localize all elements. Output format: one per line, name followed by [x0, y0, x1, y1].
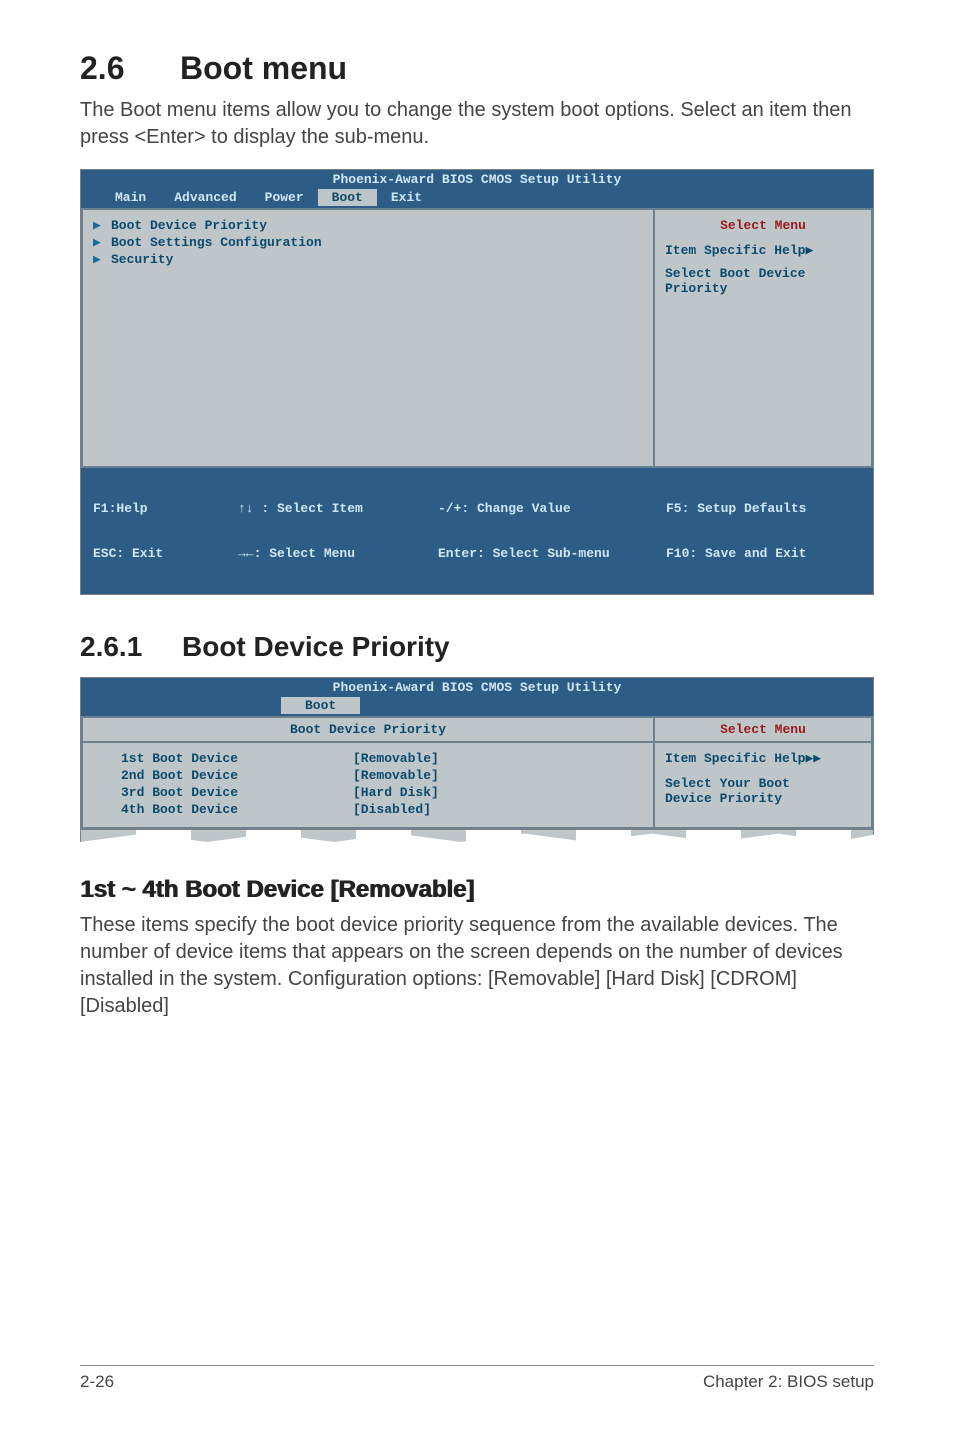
body-text: These items specify the boot device prio… — [80, 912, 874, 1020]
bios2-item-specific-text: Item Specific Help — [665, 751, 805, 766]
help-description: Select Boot Device Priority — [665, 266, 861, 296]
page-footer: 2-26 Chapter 2: BIOS setup — [80, 1365, 874, 1392]
device-label: 3rd Boot Device — [93, 785, 353, 800]
submenu-arrow-icon: ▶ — [93, 252, 111, 267]
submenu-arrow-icon: ▶ — [93, 235, 111, 250]
key-change: -/+: Change Value — [438, 501, 666, 516]
help-item-specific: Item Specific Help▶ — [665, 243, 861, 258]
bios2-title: Phoenix-Award BIOS CMOS Setup Utility — [81, 678, 873, 697]
section-title: Boot menu — [180, 50, 347, 86]
menu-item-boot-settings-config[interactable]: ▶ Boot Settings Configuration — [93, 235, 643, 250]
section-number: 2.6 — [80, 50, 180, 87]
subitem-heading: 1st ~ 4th Boot Device [Removable] — [80, 876, 874, 904]
section-heading: 2.6Boot menu — [80, 50, 874, 87]
boot-device-2[interactable]: 2nd Boot Device [Removable] — [93, 768, 643, 783]
tab-exit[interactable]: Exit — [377, 189, 436, 206]
key-leftright: →←: Select Menu — [238, 546, 438, 561]
boot-device-3[interactable]: 3rd Boot Device [Hard Disk] — [93, 785, 643, 800]
bios2-tab-bar: Boot — [81, 697, 873, 716]
key-f10: F10: Save and Exit — [666, 546, 861, 561]
chapter-label: Chapter 2: BIOS setup — [703, 1372, 874, 1392]
device-label: 1st Boot Device — [93, 751, 353, 766]
bios-menu-list: ▶ Boot Device Priority ▶ Boot Settings C… — [81, 208, 653, 468]
tab-boot[interactable]: Boot — [281, 697, 360, 714]
page-number: 2-26 — [80, 1372, 114, 1392]
help-arrow-icon: ▶▶ — [805, 751, 821, 766]
key-f5: F5: Setup Defaults — [666, 501, 861, 516]
bios2-help-desc1: Select Your Boot — [665, 776, 861, 791]
help-arrow-icon: ▶ — [805, 243, 813, 258]
tab-main[interactable]: Main — [101, 189, 160, 206]
submenu-arrow-icon: ▶ — [93, 218, 111, 233]
menu-label: Boot Device Priority — [111, 218, 267, 233]
bios-footer: F1:Help ESC: Exit ↑↓ : Select Item →←: S… — [81, 468, 873, 594]
bios2-help-desc2: Device Priority — [665, 791, 861, 806]
torn-edge-icon — [80, 830, 874, 842]
menu-label: Security — [111, 252, 173, 267]
tab-advanced[interactable]: Advanced — [160, 189, 250, 206]
menu-item-boot-device-priority[interactable]: ▶ Boot Device Priority — [93, 218, 643, 233]
bios2-help-panel: Select Menu Item Specific Help▶▶ Select … — [653, 716, 873, 829]
bios-title: Phoenix-Award BIOS CMOS Setup Utility — [81, 170, 873, 189]
device-value: [Disabled] — [353, 802, 431, 817]
device-label: 2nd Boot Device — [93, 768, 353, 783]
key-updown: ↑↓ : Select Item — [238, 501, 438, 516]
help-select-menu: Select Menu — [665, 218, 861, 233]
device-value: [Removable] — [353, 768, 439, 783]
device-label: 4th Boot Device — [93, 802, 353, 817]
bios2-left-panel: Boot Device Priority 1st Boot Device [Re… — [81, 716, 653, 829]
boot-device-1[interactable]: 1st Boot Device [Removable] — [93, 751, 643, 766]
bios2-select-menu: Select Menu — [655, 718, 871, 743]
key-f1: F1:Help — [93, 501, 238, 516]
bios-boot-menu: Phoenix-Award BIOS CMOS Setup Utility Ma… — [80, 169, 874, 595]
tab-boot[interactable]: Boot — [318, 189, 377, 206]
bios-help-panel: Select Menu Item Specific Help▶ Select B… — [653, 208, 873, 468]
key-esc: ESC: Exit — [93, 546, 238, 561]
device-value: [Removable] — [353, 751, 439, 766]
help-item-specific-text: Item Specific Help — [665, 243, 805, 258]
intro-text: The Boot menu items allow you to change … — [80, 97, 874, 151]
bios-tab-bar: Main Advanced Power Boot Exit — [81, 189, 873, 208]
menu-item-security[interactable]: ▶ Security — [93, 252, 643, 267]
key-enter: Enter: Select Sub-menu — [438, 546, 666, 561]
menu-label: Boot Settings Configuration — [111, 235, 322, 250]
subsection-number: 2.6.1 — [80, 631, 182, 663]
subsection-title: Boot Device Priority — [182, 631, 450, 662]
subsection-heading: 2.6.1Boot Device Priority — [80, 631, 874, 663]
tab-power[interactable]: Power — [251, 189, 318, 206]
bios2-left-header: Boot Device Priority — [83, 718, 653, 743]
device-value: [Hard Disk] — [353, 785, 439, 800]
boot-device-4[interactable]: 4th Boot Device [Disabled] — [93, 802, 643, 817]
bios-boot-device-priority: Phoenix-Award BIOS CMOS Setup Utility Bo… — [80, 677, 874, 830]
bios2-item-specific: Item Specific Help▶▶ — [665, 751, 861, 766]
